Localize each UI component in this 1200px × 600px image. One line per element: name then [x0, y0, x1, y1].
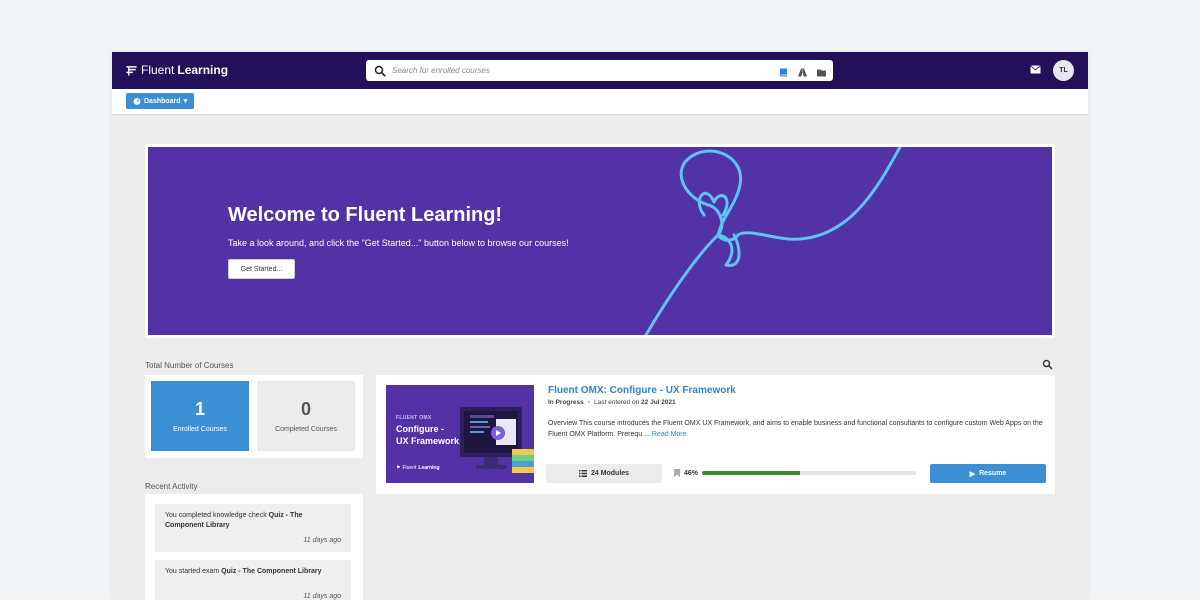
hero-banner: Welcome to Fluent Learning! Take a look … [148, 147, 1052, 335]
course-description: Overview This course introduces the Flue… [548, 418, 1048, 440]
list-icon [578, 470, 587, 477]
total-courses-label: Total Number of Courses [145, 361, 234, 370]
thumb-brand: ⚑ Fluent Learning [396, 465, 440, 471]
course-meta: In Progress • Last entered on 22 Jul 2021 [548, 399, 676, 406]
get-started-button[interactable]: Get Started... [228, 259, 295, 279]
modules-button[interactable]: 24 Modules [546, 464, 662, 483]
enrolled-label: Enrolled Courses [173, 426, 227, 433]
dashboard-gauge-icon [133, 98, 141, 105]
top-navbar: Fluent Learning Search for enrolled cour… [112, 52, 1088, 89]
activity-item[interactable]: You completed knowledge check Quiz - The… [155, 504, 351, 552]
thumb-title-line-2: UX Framework [396, 436, 460, 446]
modules-label: 24 Modules [590, 470, 630, 477]
activity-text: You completed knowledge check [165, 512, 269, 519]
course-title-link[interactable]: Fluent OMX: Configure - UX Framework [548, 385, 736, 396]
sub-navbar: Dashboard ▾ [112, 89, 1088, 115]
activity-quiz-name: Quiz - The Component Library [221, 568, 322, 575]
activity-time: 11 days ago [303, 593, 341, 600]
read-more-link[interactable]: Read More [652, 431, 687, 438]
course-progress: 46% [674, 469, 917, 477]
enrolled-count: 1 [194, 399, 205, 419]
monitor-illustration-icon [460, 407, 534, 473]
hero-title: Welcome to Fluent Learning! [228, 204, 503, 226]
fluent-logo-icon [126, 65, 137, 76]
activity-text: You started exam [165, 568, 222, 575]
course-filter-search-icon[interactable] [1042, 359, 1053, 370]
thumb-title-line-1: Configure - [396, 424, 444, 434]
activity-time: 11 days ago [303, 537, 341, 544]
resume-button[interactable]: ▶ Resume [930, 464, 1046, 483]
enrolled-courses-tile[interactable]: 1 Enrolled Courses [151, 381, 249, 451]
play-icon: ▶ [969, 470, 976, 478]
recent-activity-panel: You completed knowledge check Quiz - The… [145, 494, 363, 600]
app-window: Fluent Learning Search for enrolled cour… [112, 52, 1088, 600]
mail-icon[interactable] [1030, 65, 1041, 74]
thumb-logo-icon: ⚑ [396, 465, 401, 471]
folder-icon[interactable] [816, 65, 827, 77]
caret-down-icon: ▾ [183, 98, 188, 105]
book-icon[interactable] [778, 65, 789, 77]
progress-percent: 46% [684, 469, 699, 477]
activity-item[interactable]: You started exam Quiz - The Component Li… [155, 560, 351, 600]
progress-bar [702, 471, 917, 475]
course-status: In Progress [548, 399, 584, 406]
completed-label: Completed Courses [275, 426, 337, 433]
road-icon[interactable] [797, 65, 808, 77]
last-entered-label: Last entered on [594, 399, 640, 406]
dashboard-dropdown-button[interactable]: Dashboard ▾ [126, 93, 195, 109]
completed-courses-tile[interactable]: 0 Completed Courses [257, 381, 355, 451]
last-entered-date: 22 Jul 2021 [641, 399, 676, 406]
course-card: FLUENT OMX Configure - UX Framework ⚑ Fl… [376, 375, 1055, 494]
hero-banner-frame: Welcome to Fluent Learning! Take a look … [145, 144, 1055, 338]
brand-logo[interactable]: Fluent Learning [126, 63, 228, 77]
hero-subtitle: Take a look around, and click the "Get S… [228, 238, 569, 248]
thumb-brand-regular: Fluent [402, 465, 417, 471]
resume-label: Resume [979, 470, 1007, 477]
search-input[interactable] [392, 66, 752, 75]
dashboard-label: Dashboard [144, 97, 181, 105]
course-counts-panel: 1 Enrolled Courses 0 Completed Courses [145, 375, 363, 458]
brand-name-regular: Fluent [141, 63, 175, 77]
thumb-brand-bold: Learning [418, 465, 440, 471]
bookmark-icon [674, 469, 680, 477]
completed-count: 0 [300, 399, 311, 419]
progress-bar-fill [702, 471, 801, 475]
description-text: Overview This course introduces the Flue… [548, 420, 1043, 438]
search-icon [374, 65, 386, 77]
course-search [366, 60, 833, 81]
thumb-title: Configure - UX Framework [396, 423, 459, 447]
course-thumbnail[interactable]: FLUENT OMX Configure - UX Framework ⚑ Fl… [386, 385, 534, 483]
user-avatar[interactable]: TL [1053, 60, 1074, 81]
brand-name-bold: Learning [177, 63, 229, 77]
thumb-tag: FLUENT OMX [396, 415, 432, 421]
recent-activity-label: Recent Activity [145, 482, 198, 491]
